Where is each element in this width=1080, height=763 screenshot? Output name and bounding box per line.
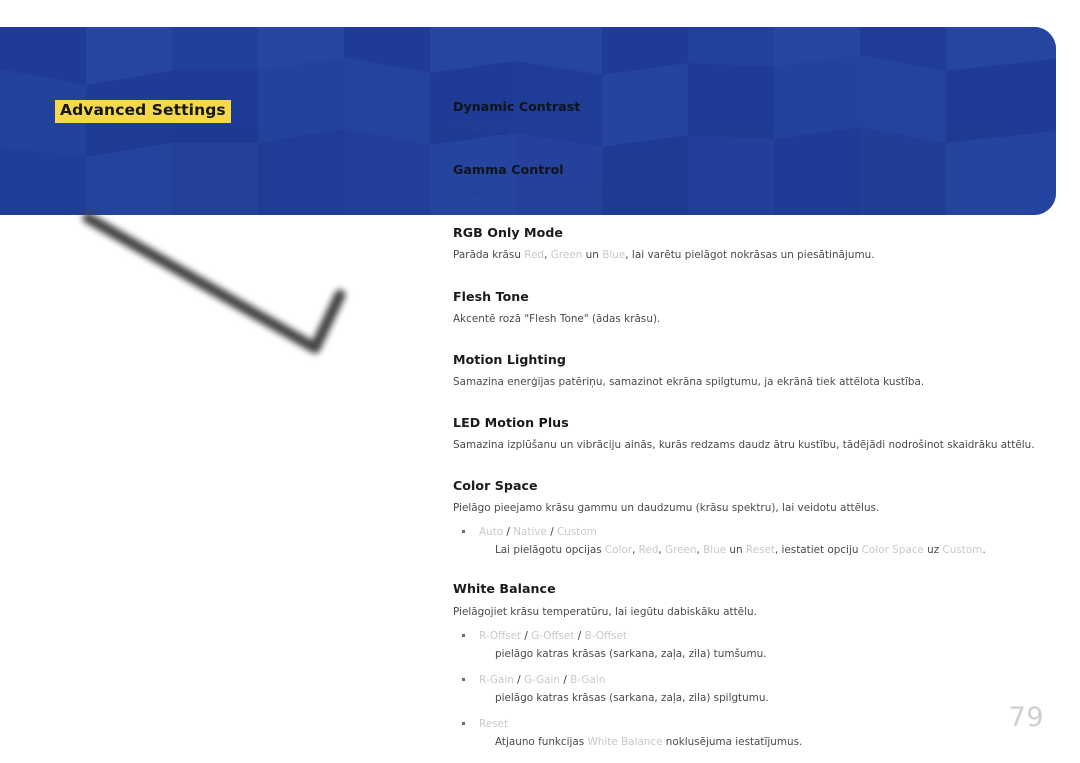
white-balance-option-list: R-Offset / G-Offset / B-Offset pielāgo k… bbox=[453, 629, 1053, 750]
page-number: 79 bbox=[1008, 702, 1044, 733]
section-heading: Color Space bbox=[453, 478, 538, 494]
section-description: Pielāgojiet krāsu temperatūru, lai iegūt… bbox=[453, 605, 757, 618]
section-led-motion-plus: LED Motion Plus Samazina izplūšanu un vi… bbox=[453, 415, 1053, 453]
section-white-balance: White Balance Pielāgojiet krāsu temperat… bbox=[453, 581, 1053, 750]
section-heading: Dynamic Contrast bbox=[453, 99, 581, 114]
option-values: Reset bbox=[479, 717, 509, 730]
section-description: Samazina izplūšanu un vibrāciju ainās, k… bbox=[453, 439, 1035, 452]
option-note: Lai pielāgotu opcijas Color, Red, Green,… bbox=[495, 544, 986, 557]
section-gamma-control: Gamma Control Pielāgojet pamatkrāsu inte… bbox=[453, 162, 1053, 200]
bullet-icon bbox=[462, 633, 465, 637]
section-color-space: Color Space Pielāgo pieejamo krāsu gammu… bbox=[453, 478, 1053, 558]
option-note: pielāgo katras krāsas (sarkana, zaļa, zi… bbox=[495, 647, 767, 660]
option-values: R-Gain / G-Gain / B-Gain bbox=[479, 673, 606, 686]
list-item: R-Gain / G-Gain / B-Gain pielāgo katras … bbox=[453, 673, 1053, 706]
section-description: Akcentē rozā "Flesh Tone" (ādas krāsu). bbox=[453, 312, 661, 325]
section-description: Parāda krāsu Red, Green un Blue, lai var… bbox=[453, 249, 875, 262]
section-rgb-only-mode: RGB Only Mode Parāda krāsu Red, Green un… bbox=[453, 225, 1053, 263]
bullet-icon bbox=[462, 677, 465, 681]
section-description: Pielāgo pieejamo krāsu gammu un daudzumu… bbox=[453, 502, 880, 515]
section-description: Samazina enerģijas patēriņu, samazinot e… bbox=[453, 375, 925, 388]
option-note: pielāgo katras krāsas (sarkana, zaļa, zi… bbox=[495, 691, 769, 704]
checkmark-graphic bbox=[82, 212, 346, 354]
section-description: Pielāgojet ekrāna kontrastu. bbox=[453, 123, 600, 136]
list-item: Auto / Native / Custom Lai pielāgotu opc… bbox=[453, 525, 1053, 558]
bullet-icon bbox=[462, 721, 465, 725]
section-description: Pielāgojet pamatkrāsu intensitāti. bbox=[453, 186, 629, 199]
option-note: Atjauno funkcijas White Balance noklusēj… bbox=[495, 736, 803, 749]
page-title: Advanced Settings bbox=[55, 100, 231, 123]
section-heading: Gamma Control bbox=[453, 162, 564, 178]
option-values: R-Offset / G-Offset / B-Offset bbox=[479, 629, 627, 642]
section-heading: White Balance bbox=[453, 581, 556, 597]
option-values: Auto / Native / Custom bbox=[479, 526, 597, 539]
section-heading: LED Motion Plus bbox=[453, 414, 569, 430]
list-item: R-Offset / G-Offset / B-Offset pielāgo k… bbox=[453, 629, 1053, 662]
section-heading: Flesh Tone bbox=[453, 288, 529, 304]
section-flesh-tone: Flesh Tone Akcentē rozā "Flesh Tone" (ād… bbox=[453, 289, 1053, 327]
color-space-option-list: Auto / Native / Custom Lai pielāgotu opc… bbox=[453, 525, 1053, 558]
section-heading: Motion Lighting bbox=[453, 351, 566, 367]
section-motion-lighting: Motion Lighting Samazina enerģijas patēr… bbox=[453, 352, 1053, 390]
list-item: Reset Atjauno funkcijas White Balance no… bbox=[453, 717, 1053, 750]
section-dynamic-contrast: Dynamic Contrast Pielāgojet ekrāna kontr… bbox=[453, 99, 1053, 137]
section-heading: RGB Only Mode bbox=[453, 225, 563, 241]
bullet-icon bbox=[462, 530, 465, 534]
settings-content: Dynamic Contrast Pielāgojet ekrāna kontr… bbox=[453, 99, 1053, 750]
